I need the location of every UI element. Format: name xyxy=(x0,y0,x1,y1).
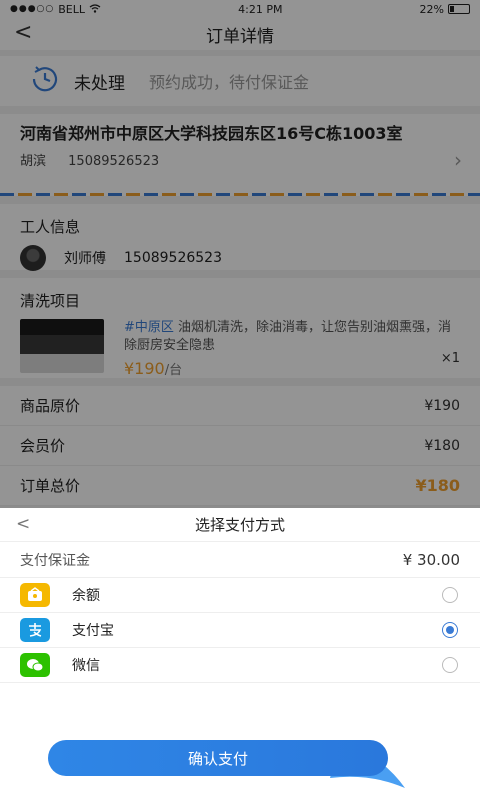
worker-name: 刘师傅 xyxy=(64,251,106,267)
worker-phone: 15089526523 xyxy=(124,250,222,266)
contact-name: 胡滨 xyxy=(20,154,47,169)
sheet-title: 选择支付方式 xyxy=(194,516,285,534)
payment-method-balance[interactable]: 余额 xyxy=(0,578,480,613)
price-value: ¥180 xyxy=(415,476,460,495)
price-row-member: 会员价 ¥180 xyxy=(0,426,480,466)
price-label: 会员价 xyxy=(20,437,66,455)
cleaning-info: #中原区 油烟机清洗，除油消毒，让您告别油烟熏强，消除厨房安全隐患 ¥190 /… xyxy=(124,319,454,378)
method-label: 余额 xyxy=(72,588,100,604)
status-time: 4:21 PM xyxy=(238,2,283,16)
sheet-header: < 选择支付方式 xyxy=(0,508,480,542)
address-text: 河南省郑州市中原区大学科技园东区16号C栋1003室 xyxy=(20,124,403,143)
battery-percent: 22% xyxy=(419,2,444,16)
signal-icon: ●●●○○ xyxy=(10,4,55,14)
worker-section-title: 工人信息 xyxy=(20,218,81,236)
price-summary: 商品原价 ¥190 会员价 ¥180 订单总价 ¥180 xyxy=(0,386,480,506)
payment-method-alipay[interactable]: 支付宝 xyxy=(0,613,480,648)
radio-balance[interactable] xyxy=(442,587,458,603)
payment-method-wechat[interactable]: 微信 xyxy=(0,648,480,683)
cleaning-desc-text: 油烟机清洗，除油消毒，让您告别油烟熏强，消除厨房安全隐患 xyxy=(124,320,452,353)
range-hood-image xyxy=(20,319,104,373)
deposit-row: 支付保证金 ¥ 30.00 xyxy=(0,542,480,578)
back-button[interactable]: < xyxy=(14,20,32,45)
envelope-stripe xyxy=(0,193,480,196)
worker-card: 工人信息 刘师傅 15089526523 xyxy=(0,204,480,271)
worker-row: 刘师傅 15089526523 xyxy=(20,245,460,271)
sheet-back-button[interactable]: < xyxy=(16,514,30,534)
status-right: 22% xyxy=(420,3,470,16)
price-value: ¥190 xyxy=(424,397,460,414)
wallet-icon xyxy=(20,583,50,607)
payment-sheet: < 选择支付方式 支付保证金 ¥ 30.00 余额 支付宝 微信 确认支付 xyxy=(0,508,480,800)
wifi-icon xyxy=(89,3,101,16)
item-qty: ×1 xyxy=(440,351,460,366)
price-label: 商品原价 xyxy=(20,397,81,415)
price-label: 订单总价 xyxy=(20,477,81,495)
method-label: 微信 xyxy=(72,658,100,674)
contact-phone: 15089526523 xyxy=(68,154,160,169)
radio-alipay-selected[interactable] xyxy=(442,622,458,638)
method-label: 支付宝 xyxy=(72,623,114,639)
cleaning-description: #中原区 油烟机清洗，除油消毒，让您告别油烟熏强，消除厨房安全隐患 xyxy=(124,319,454,355)
avatar xyxy=(20,245,46,271)
status-sub: 预约成功，待付保证金 xyxy=(149,73,310,92)
order-status-card: 未处理 预约成功，待付保证金 xyxy=(0,56,480,106)
clock-icon xyxy=(30,64,60,98)
status-bar: ●●●○○ BELL 4:21 PM 22% xyxy=(0,0,480,18)
wechat-icon xyxy=(20,653,50,677)
radio-wechat[interactable] xyxy=(442,657,458,673)
alipay-icon xyxy=(20,618,50,642)
item-price: ¥190 xyxy=(124,359,165,378)
nav-bar: < 订单详情 xyxy=(0,18,480,50)
status-left: ●●●○○ BELL xyxy=(10,3,101,16)
price-row-total: 订单总价 ¥180 xyxy=(0,466,480,506)
area-tag: #中原区 xyxy=(124,320,174,335)
cleaning-card: 清洗项目 #中原区 油烟机清洗，除油消毒，让您告别油烟熏强，消除厨房安全隐患 ¥… xyxy=(0,278,480,378)
page-title: 订单详情 xyxy=(206,26,274,47)
status-main: 未处理 xyxy=(74,73,125,94)
cleaning-section-title: 清洗项目 xyxy=(20,292,81,310)
price-row-original: 商品原价 ¥190 xyxy=(0,386,480,426)
address-card[interactable]: 河南省郑州市中原区大学科技园东区16号C栋1003室 胡滨 1508952652… xyxy=(0,114,480,196)
deposit-label: 支付保证金 xyxy=(20,552,90,569)
price-line: ¥190 /台 xyxy=(124,359,454,378)
chevron-right-icon: › xyxy=(454,148,462,172)
price-value: ¥180 xyxy=(424,437,460,454)
battery-icon xyxy=(448,4,470,14)
carrier-label: BELL xyxy=(58,2,86,16)
item-unit: /台 xyxy=(164,363,183,378)
address-contact: 胡滨 15089526523 xyxy=(20,150,460,169)
cleaning-body: #中原区 油烟机清洗，除油消毒，让您告别油烟熏强，消除厨房安全隐患 ¥190 /… xyxy=(20,319,460,378)
confirm-payment-button[interactable]: 确认支付 xyxy=(48,740,388,776)
deposit-amount: ¥ 30.00 xyxy=(402,550,460,569)
